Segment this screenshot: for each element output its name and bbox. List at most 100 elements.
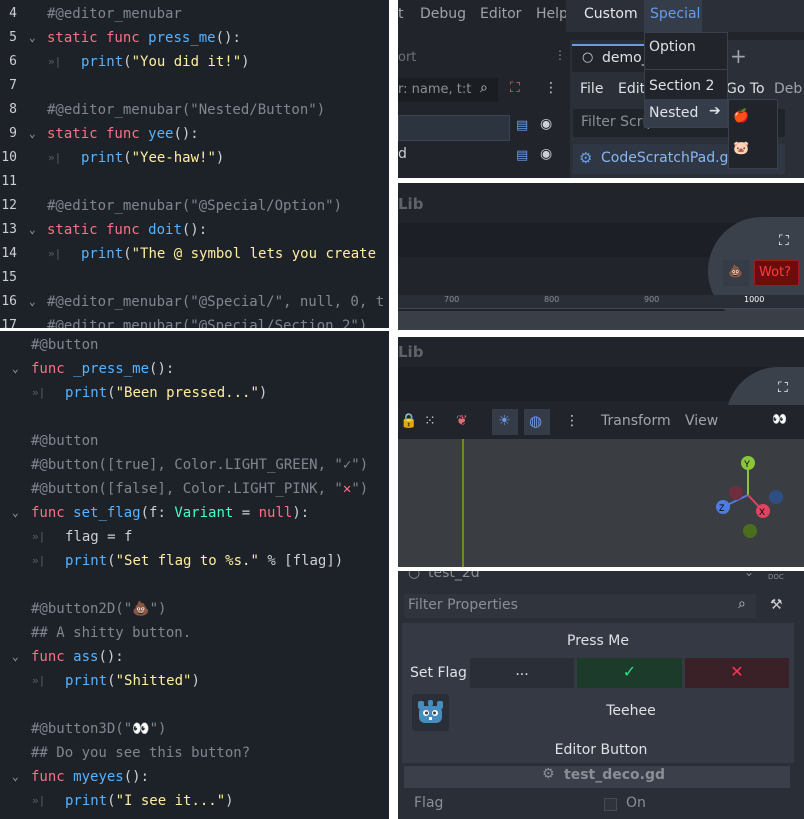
code-line[interactable]: 9 ⌄ static func yee(): — [0, 122, 389, 146]
code-line[interactable]: »| print("Shitted") — [0, 669, 389, 693]
menubar-item-editor[interactable]: Editor — [480, 6, 521, 22]
code-editor-top[interactable]: 4 #@editor_menubar 5 ⌄ static func press_me(… — [0, 0, 389, 328]
menubar-item-partial[interactable]: t — [398, 6, 404, 22]
script-icon[interactable]: ▤ — [516, 118, 528, 133]
fold-chevron-icon[interactable]: ⌄ — [12, 357, 19, 381]
fold-chevron-icon[interactable]: ⌄ — [12, 765, 19, 789]
canvas-2d[interactable] — [398, 311, 804, 330]
menu-item-section-2[interactable]: Section 2 — [649, 78, 714, 94]
menubar-item-help[interactable]: Help — [536, 6, 568, 22]
code-line[interactable]: 17 #@editor_menubar("@Special/Section 2") — [0, 314, 389, 328]
eyes-button[interactable]: 👀 — [767, 408, 793, 434]
menu-item-pig[interactable]: 🐷 — [733, 141, 749, 156]
viewport-3d[interactable]: Y Z X — [398, 439, 804, 567]
environment-toggle[interactable]: ◍ — [524, 409, 550, 435]
dock-tab-label[interactable]: ort — [398, 50, 416, 65]
code-line[interactable]: ⌄ func ass(): — [0, 645, 389, 669]
menu-item-nested[interactable]: Nested — [649, 105, 698, 121]
menu-item-apple[interactable]: 🍎 — [733, 109, 749, 124]
code-line[interactable]: 16 ⌄ #@editor_menubar("@Special/", null, 0… — [0, 290, 389, 314]
code-editor-bottom[interactable]: #@button ⌄ func _press_me(): »| print("Been … — [0, 331, 389, 819]
code-line[interactable]: 11 — [0, 170, 389, 194]
view-gizmo[interactable]: Y Z X — [708, 455, 788, 545]
fold-chevron-icon[interactable]: ⌄ — [29, 290, 36, 314]
code-line[interactable]: ⌄ func myeyes(): — [0, 765, 389, 789]
view-menu[interactable]: View — [685, 413, 718, 429]
code-line[interactable]: ## Do you see this button? — [0, 741, 389, 765]
code-line[interactable] — [0, 405, 389, 429]
code-line[interactable]: #@button — [0, 333, 389, 357]
fullscreen-icon[interactable]: ⛶ — [778, 380, 788, 396]
code-line[interactable]: #@button2D("💩") — [0, 597, 389, 621]
tools-icon[interactable]: ⚒ — [770, 597, 783, 613]
dock-menu-icon[interactable]: ⋮ — [554, 48, 566, 62]
fold-chevron-icon[interactable]: ⌄ — [29, 218, 36, 242]
menubar-item-debug[interactable]: Debug — [420, 6, 466, 22]
chevron-down-icon[interactable]: ⌄ — [744, 571, 754, 579]
visibility-eye-icon[interactable]: ◉ — [540, 116, 552, 132]
code-line[interactable]: 5 ⌄ static func press_me(): — [0, 26, 389, 50]
bone-icon[interactable]: ❦ — [456, 413, 468, 429]
code-line[interactable]: »| print("I see it...") — [0, 789, 389, 813]
snap-icon[interactable]: ⁙ — [424, 413, 436, 429]
flag-checkbox[interactable] — [604, 798, 617, 811]
fold-chevron-icon[interactable]: ⌄ — [29, 26, 36, 50]
code-line[interactable]: »| print("Been pressed...") — [0, 381, 389, 405]
code-line[interactable]: 13 ⌄ static func doit(): — [0, 218, 389, 242]
menubar-item-special[interactable]: Special — [650, 6, 700, 22]
fullscreen-icon[interactable]: ⛶ — [779, 233, 789, 249]
code-line[interactable] — [0, 573, 389, 597]
code-line[interactable]: #@button — [0, 429, 389, 453]
local-toggle[interactable]: ☀ — [492, 409, 518, 435]
editor-button[interactable]: Editor Button — [398, 742, 804, 758]
filter-properties-input[interactable]: Filter Properties ⌕ — [404, 594, 756, 618]
fold-chevron-icon[interactable]: ⌄ — [12, 501, 19, 525]
scene-filter-input[interactable]: r: name, t:t ⌕ — [398, 78, 498, 102]
set-flag-ellipsis-button[interactable]: ... — [470, 658, 574, 688]
visibility-eye-icon-2[interactable]: ◉ — [540, 146, 552, 162]
code-line[interactable]: 4 #@editor_menubar — [0, 2, 389, 26]
script-menu-edit[interactable]: Edit — [618, 81, 645, 97]
transform-menu[interactable]: Transform — [601, 413, 671, 429]
code-line[interactable]: ## A shitty button. — [0, 621, 389, 645]
code-line[interactable] — [0, 693, 389, 717]
scene-row-label[interactable]: d — [398, 146, 407, 162]
fold-chevron-icon[interactable]: ⌄ — [29, 122, 36, 146]
code-line[interactable]: 14 »| print("The @ symbol lets you create — [0, 242, 389, 266]
code-line[interactable]: #@button3D("👀") — [0, 717, 389, 741]
menu-item-option[interactable]: Option — [649, 39, 696, 55]
code-line[interactable]: #@button([true], Color.LIGHT_GREEN, "✓") — [0, 453, 389, 477]
script-section-header[interactable]: ⚙ test_deco.gd — [404, 766, 790, 788]
node-name[interactable]: test_2d — [428, 571, 480, 581]
set-flag-true-button[interactable]: ✓ — [577, 658, 682, 688]
code-line[interactable]: ⌄ func set_flag(f: Variant = null): — [0, 501, 389, 525]
code-line[interactable]: »| flag = f — [0, 525, 389, 549]
more-icon[interactable]: ⋮ — [565, 413, 579, 429]
code-line[interactable]: ⌄ func _press_me(): — [0, 357, 389, 381]
code-line[interactable]: 8 #@editor_menubar("Nested/Button") — [0, 98, 389, 122]
code-line[interactable]: 12 #@editor_menubar("@Special/Option") — [0, 194, 389, 218]
menubar-item-custom[interactable]: Custom — [584, 6, 638, 22]
wot-button[interactable]: Wot? — [754, 260, 799, 286]
dock-menu-icon-2[interactable]: ⋮ — [544, 80, 558, 96]
script-menu-file[interactable]: File — [580, 81, 603, 97]
poop-button[interactable]: 💩 — [723, 260, 749, 286]
set-flag-false-button[interactable]: ✕ — [685, 658, 789, 688]
scene-row-selected[interactable] — [398, 115, 510, 141]
code-line[interactable]: »| print("Set flag to %s." % [flag]) — [0, 549, 389, 573]
add-tab-icon[interactable]: + — [730, 44, 747, 68]
code-line[interactable]: 7 — [0, 74, 389, 98]
script-menu-goto[interactable]: Go To — [726, 81, 765, 97]
code-line[interactable]: 15 — [0, 266, 389, 290]
teehee-button[interactable]: Teehee — [458, 703, 804, 719]
godot-icon-button[interactable] — [412, 694, 449, 731]
script-icon-2[interactable]: ▤ — [516, 148, 528, 163]
script-menu-debug[interactable]: Deb — [774, 81, 802, 97]
filter-options-icon[interactable]: ⛶ — [510, 80, 520, 96]
code-line[interactable]: 6 »| print("You did it!") — [0, 50, 389, 74]
code-line[interactable]: 10 »| print("Yee-haw!") — [0, 146, 389, 170]
lock-icon[interactable]: 🔒 — [400, 413, 417, 429]
code-line[interactable]: #@button([false], Color.LIGHT_PINK, "✕") — [0, 477, 389, 501]
press-me-button[interactable]: Press Me — [406, 628, 790, 656]
doc-icon[interactable]: DOC — [768, 573, 784, 581]
